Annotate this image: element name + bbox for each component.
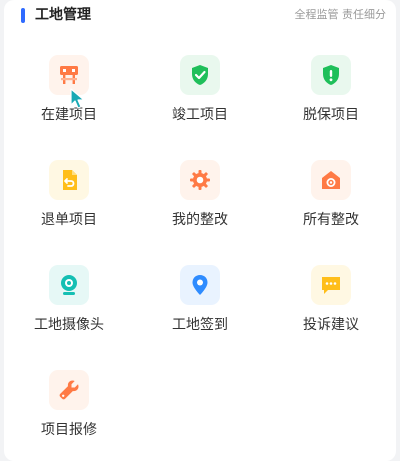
tile-project-repair[interactable]: 项目报修 — [4, 370, 134, 460]
chat-bubble-icon — [311, 265, 351, 305]
tile-label: 项目报修 — [41, 422, 97, 438]
tile-label: 退单项目 — [41, 212, 97, 228]
tile-all-rectifications[interactable]: 所有整改 — [266, 160, 396, 250]
tile-my-rectifications[interactable]: 我的整改 — [135, 160, 265, 250]
wrench-icon — [49, 370, 89, 410]
site-management-card: 工地管理 全程监管 责任细分 在建项目 竣工项目 脱保项目 退单项目 我的整改 … — [4, 0, 396, 461]
rectify-house-icon — [311, 160, 351, 200]
section-accent-bar — [21, 8, 25, 23]
tile-label: 我的整改 — [172, 212, 228, 228]
tile-label: 工地摄像头 — [34, 317, 104, 333]
tile-label: 工地签到 — [172, 317, 228, 333]
tile-returned-projects[interactable]: 退单项目 — [4, 160, 134, 250]
construction-sign-icon — [49, 55, 89, 95]
gear-icon — [180, 160, 220, 200]
shield-check-icon — [180, 55, 220, 95]
location-pin-icon — [180, 265, 220, 305]
tile-label: 所有整改 — [303, 212, 359, 228]
return-document-icon — [49, 160, 89, 200]
tile-completed-projects[interactable]: 竣工项目 — [135, 55, 265, 145]
tile-out-of-warranty-projects[interactable]: 脱保项目 — [266, 55, 396, 145]
tile-label: 投诉建议 — [303, 317, 359, 333]
tile-site-camera[interactable]: 工地摄像头 — [4, 265, 134, 355]
section-title: 工地管理 — [35, 7, 91, 23]
section-header: 工地管理 全程监管 责任细分 — [4, 4, 396, 26]
tile-in-construction-projects[interactable]: 在建项目 — [4, 55, 134, 145]
tile-label: 在建项目 — [41, 107, 97, 123]
shield-alert-icon — [311, 55, 351, 95]
tile-complaints-suggestions[interactable]: 投诉建议 — [266, 265, 396, 355]
tile-label: 脱保项目 — [303, 107, 359, 123]
camera-icon — [49, 265, 89, 305]
section-subtitle: 全程监管 责任细分 — [294, 8, 387, 21]
tile-label: 竣工项目 — [172, 107, 228, 123]
tile-site-check-in[interactable]: 工地签到 — [135, 265, 265, 355]
